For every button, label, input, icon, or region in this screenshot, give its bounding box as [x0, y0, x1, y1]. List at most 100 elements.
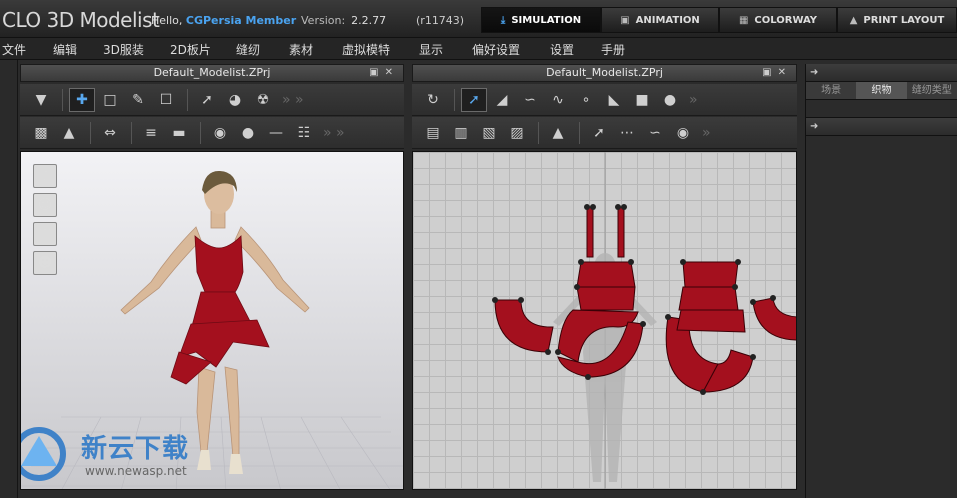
left-dock-strip: [0, 60, 18, 498]
button-icon[interactable]: ◉: [207, 121, 233, 145]
select-move-icon[interactable]: ✚: [69, 87, 95, 112]
viewport-2d[interactable]: [412, 151, 797, 490]
pin-icon[interactable]: ➚: [194, 88, 220, 112]
username[interactable]: CGPersia Member: [186, 14, 296, 27]
palette-icon: ▦: [738, 14, 749, 26]
tab-scene[interactable]: 场景: [806, 82, 856, 99]
toolbar-2d-row1: ↻ ➚ ◢ ∽ ∿ ∘ ◣ ■ ● »: [412, 84, 797, 116]
version-label: Version:: [301, 14, 346, 27]
zipper-icon[interactable]: ☷: [291, 121, 317, 145]
free-sewing-icon[interactable]: ⋯: [614, 121, 640, 145]
internal-circle-icon[interactable]: ▧: [476, 121, 502, 145]
watermark-url: www.newasp.net: [85, 464, 187, 478]
panel-2d-title: Default_Modelist.ZPrj: [546, 66, 663, 79]
edit-point-icon[interactable]: ➚: [461, 87, 487, 112]
watermark: 新云下载 www.newasp.net: [21, 422, 221, 489]
transform-pattern-icon[interactable]: ↻: [420, 88, 446, 112]
shirt-icon: ▲: [849, 14, 858, 26]
tab-sewing-type[interactable]: 缝纫类型: [907, 82, 957, 99]
tab-animation-label: ANIMATION: [635, 14, 700, 26]
drop-down-arrow-icon[interactable]: ▼: [28, 88, 54, 112]
edit-curvature-icon[interactable]: ◢: [489, 88, 515, 112]
select-mesh-brush-icon[interactable]: ✎: [125, 88, 151, 112]
more-tools-icon[interactable]: » »: [282, 92, 304, 108]
avatar-skin-button[interactable]: ☻: [33, 251, 57, 275]
panel-collapse-toggle[interactable]: ➜: [806, 64, 957, 82]
face-icon: ☻: [37, 255, 53, 271]
menu-file[interactable]: 文件: [2, 41, 26, 58]
tack-icon[interactable]: ◕: [222, 88, 248, 112]
garment-outline-icon[interactable]: ▲: [545, 121, 571, 145]
panel-3d-title: Default_Modelist.ZPrj: [153, 66, 271, 79]
tab-animation[interactable]: ▣ ANIMATION: [601, 7, 719, 33]
cube-icon: ◫: [38, 226, 52, 242]
tab-simulation[interactable]: ⤓ SIMULATION: [481, 7, 601, 33]
sewing-view-icon[interactable]: ◉: [670, 121, 696, 145]
topstitch-icon[interactable]: —: [263, 121, 289, 145]
menu-2d-pattern[interactable]: 2D板片: [170, 41, 211, 58]
menu-preferences[interactable]: 偏好设置: [472, 41, 520, 58]
restore-icon[interactable]: ▣: [369, 67, 384, 78]
more-tools-icon[interactable]: »: [702, 125, 711, 141]
polygon-icon[interactable]: ◣: [601, 88, 627, 112]
internal-polygon-icon[interactable]: ▤: [420, 121, 446, 145]
avatar-display-button[interactable]: ☃: [33, 164, 57, 188]
shirt-icon: ☃: [38, 168, 52, 184]
tab-print-layout[interactable]: ▲ PRINT LAYOUT: [837, 7, 957, 33]
texture-icon[interactable]: ▩: [28, 121, 54, 145]
viewport-3d[interactable]: ☃ ☺ ◫ ☻ 新云下载 www.newasp.net: [20, 151, 404, 490]
symmetry-icon[interactable]: ⇔: [97, 121, 123, 145]
menu-settings[interactable]: 设置: [550, 41, 574, 58]
rectangle-icon[interactable]: ■: [629, 88, 655, 112]
curve-point-icon[interactable]: ∽: [517, 88, 543, 112]
dart-icon[interactable]: ▨: [504, 121, 530, 145]
tab-colorway-label: COLORWAY: [754, 14, 818, 26]
menu-edit[interactable]: 编辑: [53, 41, 77, 58]
ruler-icon[interactable]: ▬: [166, 121, 192, 145]
restore-icon[interactable]: ▣: [762, 67, 777, 78]
menu-display[interactable]: 显示: [419, 41, 443, 58]
menu-materials[interactable]: 素材: [289, 41, 313, 58]
pattern-canvas: [492, 152, 796, 489]
close-icon[interactable]: ✕: [385, 67, 399, 78]
panel-2d-header: Default_Modelist.ZPrj ▣✕: [412, 64, 797, 82]
watermark-logo-icon: [21, 427, 66, 481]
avatar-visibility-button[interactable]: ☺: [33, 193, 57, 217]
more-tools-icon[interactable]: »: [689, 92, 698, 108]
fix-pin-icon[interactable]: ☐: [153, 88, 179, 112]
texture-display-button[interactable]: ◫: [33, 222, 57, 246]
buttonhole-icon[interactable]: ●: [235, 121, 261, 145]
toolbar-3d-row2: ▩ ▲ ⇔ ≡ ▬ ◉ ● — ☷ » »: [20, 117, 404, 149]
version-info: Version: 2.2.77: [301, 14, 386, 27]
tab-fabric[interactable]: 织物: [856, 82, 907, 99]
film-camera-icon: ▣: [620, 14, 630, 26]
tab-print-layout-label: PRINT LAYOUT: [863, 14, 945, 26]
avatar-icon: ☺: [37, 197, 53, 213]
select-mesh-box-icon[interactable]: □: [97, 88, 123, 112]
internal-rectangle-icon[interactable]: ▥: [448, 121, 474, 145]
circle-point-icon[interactable]: ∘: [573, 88, 599, 112]
object-browser-tabs: 场景 织物 缝纫类型: [806, 82, 957, 100]
fold-icon[interactable]: ≡: [138, 121, 164, 145]
tab-colorway[interactable]: ▦ COLORWAY: [719, 7, 837, 33]
more-tools-icon[interactable]: » »: [323, 125, 345, 141]
menu-sewing[interactable]: 缝纫: [236, 41, 260, 58]
add-point-icon[interactable]: ∿: [545, 88, 571, 112]
property-editor-toggle[interactable]: ➜: [806, 118, 957, 136]
object-browser-panel: ➜ 场景 织物 缝纫类型 ➜: [805, 64, 957, 498]
close-icon[interactable]: ✕: [778, 67, 792, 78]
watermark-title: 新云下载: [81, 434, 190, 464]
menu-3d-garment[interactable]: 3D服装: [103, 41, 144, 58]
build-number: (r11743): [416, 14, 465, 27]
check-sewing-icon[interactable]: ∽: [642, 121, 668, 145]
avatar-shoe: [229, 454, 243, 474]
circle-icon[interactable]: ●: [657, 88, 683, 112]
garment-icon[interactable]: ☢: [250, 88, 276, 112]
graphic-icon[interactable]: ▲: [56, 121, 82, 145]
chevron-down-icon: ⤓: [500, 14, 506, 26]
greeting-label: Hello,: [151, 14, 183, 27]
title-bar: CLO 3D Modelist Hello, CGPersia Member V…: [0, 0, 957, 38]
menu-avatar[interactable]: 虚拟模特: [342, 41, 390, 58]
segment-sewing-icon[interactable]: ➚: [586, 121, 612, 145]
menu-manual[interactable]: 手册: [601, 41, 625, 58]
